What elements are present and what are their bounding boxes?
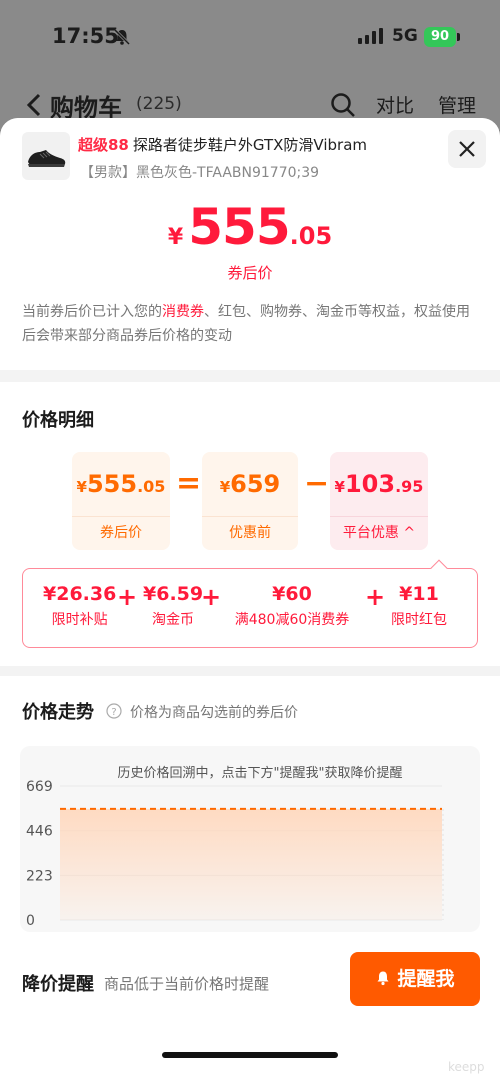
product-name: 探路者徒步鞋户外GTX防滑Vibram xyxy=(132,136,367,154)
battery-icon: 90 xyxy=(424,27,456,47)
price-summary-section: 超级88 探路者徒步鞋户外GTX防滑Vibram 【男款】黑色灰色-TFAABN9… xyxy=(0,118,500,370)
price-alert-subtitle: 商品低于当前价格时提醒 xyxy=(104,975,270,993)
status-time: 17:55 xyxy=(52,24,119,48)
breakdown-item: ¥60 满480减60消费券 xyxy=(234,583,350,628)
equals-sign: = xyxy=(176,466,202,501)
home-indicator[interactable] xyxy=(162,1052,338,1058)
remind-me-button[interactable]: 提醒我 xyxy=(350,952,480,1006)
help-icon[interactable]: ? xyxy=(106,703,122,719)
y-tick-label: 446 xyxy=(26,824,53,840)
product-sku: 【男款】黑色灰色-TFAABN91770;39 xyxy=(80,165,320,181)
final-price-label: 券后价 xyxy=(227,264,273,282)
plus-sign: + xyxy=(117,583,138,611)
box-platform-discount[interactable]: ¥103.95 平台优惠 ^ xyxy=(330,452,428,550)
signal-icon xyxy=(358,28,383,44)
battery-tip xyxy=(457,33,460,41)
silent-bell-icon xyxy=(113,28,131,46)
back-icon[interactable] xyxy=(26,92,42,118)
plus-sign: + xyxy=(365,583,386,611)
price-area xyxy=(60,808,442,920)
price-detail-sheet: 超级88 探路者徒步鞋户外GTX防滑Vibram 【男款】黑色灰色-TFAABN9… xyxy=(0,118,500,1084)
network-type: 5G xyxy=(392,26,418,46)
price-note: 当前券后价已计入您的消费券、红包、购物券、淘金币等权益，权益使用后会带来部分商品… xyxy=(22,304,470,344)
search-icon[interactable] xyxy=(330,92,356,118)
y-tick-label: 0 xyxy=(26,913,35,929)
box-coupon-price: ¥555.05 券后价 xyxy=(72,452,170,550)
product-title: 超级88 探路者徒步鞋户外GTX防滑Vibram xyxy=(78,134,367,155)
cart-count: (225) xyxy=(136,94,182,114)
price-trend-section: 价格走势 ? 价格为商品勾选前的券后价 669 446 223 0 历史价格回溯中，点… xyxy=(0,676,500,1084)
breakdown-item: ¥26.36 限时补贴 xyxy=(43,583,117,628)
compare-button[interactable]: 对比 xyxy=(376,91,414,118)
trend-title: 价格走势 xyxy=(22,702,94,723)
minus-sign: − xyxy=(304,466,330,501)
status-bar: 17:55 5G 90 xyxy=(0,20,500,56)
bell-icon xyxy=(377,971,389,986)
y-tick-label: 223 xyxy=(26,868,53,884)
promo-tag: 超级88 xyxy=(78,136,129,154)
manage-button[interactable]: 管理 xyxy=(438,91,476,118)
plus-sign: + xyxy=(201,583,222,611)
breakdown-caret xyxy=(430,559,448,577)
box-original-price: ¥659 优惠前 xyxy=(202,452,298,550)
detail-title: 价格明细 xyxy=(22,410,94,431)
close-icon[interactable] xyxy=(448,130,486,168)
final-price: ¥ 555.05 xyxy=(167,198,333,256)
price-detail-section: 价格明细 ¥555.05 券后价 = ¥659 优惠前 − ¥103.95 平台… xyxy=(0,382,500,666)
watermark: keepp xyxy=(448,1060,485,1074)
breakdown-item: ¥11 限时红包 xyxy=(391,583,447,628)
shoe-image xyxy=(28,150,66,167)
trend-subtitle: 价格为商品勾选前的券后价 xyxy=(130,705,298,721)
svg-text:?: ? xyxy=(111,707,116,718)
breakdown-item: ¥6.59 淘金币 xyxy=(143,583,204,628)
chart-hint: 历史价格回溯中，点击下方"提醒我"获取降价提醒 xyxy=(117,766,403,781)
price-alert-title: 降价提醒 xyxy=(22,974,94,995)
product-thumbnail xyxy=(22,132,70,180)
discount-breakdown: ¥26.36 限时补贴 + ¥6.59 淘金币 + ¥60 满480减60消费券 + … xyxy=(22,559,478,648)
y-tick-label: 669 xyxy=(26,779,53,795)
price-trend-chart: 669 446 223 0 历史价格回溯中，点击下方"提醒我"获取降价提醒 xyxy=(20,746,480,932)
